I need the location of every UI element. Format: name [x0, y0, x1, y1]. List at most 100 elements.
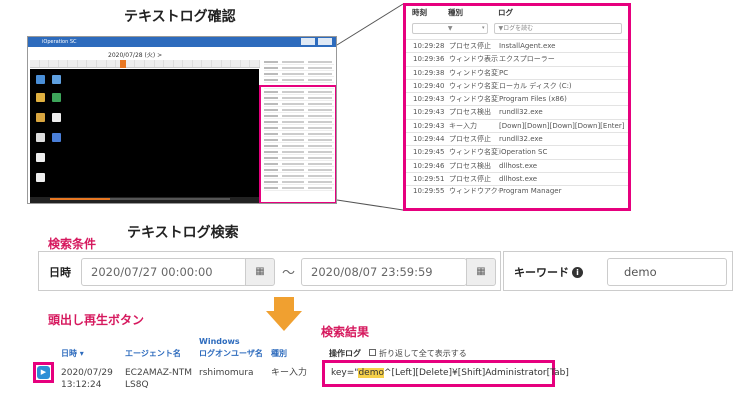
col-oplog-header: 操作ログ 折り返して全て表示する [329, 349, 467, 358]
row-time: 13:12:24 [61, 380, 102, 390]
col-time: 時刻 [412, 8, 427, 17]
app-screenshot: iOperation SC 2020/07/28 (火) > [27, 36, 337, 204]
log-row[interactable]: 10:29:43 ウィンドウ名変更Program Files (x86) [406, 92, 628, 105]
log-cell-log: PC [499, 68, 509, 77]
log-cell-log: rundll32.exe [499, 108, 543, 117]
log-row[interactable]: 10:29:43 キー入力 [Down][Down][Down][Down][Ent… [406, 118, 628, 132]
log-cell-log: [Down][Down][Down][Down][Enter] [499, 121, 625, 130]
log-row[interactable]: 10:29:46 プロセス検出 dllhost.exe [406, 158, 628, 172]
col-datetime-header[interactable]: 日時 ▾ [61, 348, 84, 359]
timeline-marker [120, 60, 126, 68]
kind-filter-value: ▼ [447, 24, 453, 32]
app-date[interactable]: 2020/07/28 (火) > [108, 50, 162, 59]
date-range-filter: 日時 2020/07/27 00:00:00 ▦ 〜 2020/08/07 23… [38, 251, 501, 291]
desktop-icon [36, 93, 45, 102]
log-cell-time: 10:29:44 [413, 135, 445, 144]
zoomed-log-panel: 時刻 種別 ログ ▼ ▾ ▼ログを読む 10:29:28 プロセス停止 Instal… [403, 3, 631, 211]
timeline-ruler[interactable] [30, 60, 260, 68]
col-kind-header[interactable]: 種別 [271, 348, 287, 359]
log-filter-input[interactable]: ▼ログを読む [494, 22, 622, 34]
row-oplog: key="demo^[Left][Delete]¥[Shift]Administ… [331, 368, 569, 378]
desktop-icon [36, 133, 45, 142]
date-to-input[interactable]: 2020/08/07 23:59:59 [301, 258, 467, 286]
arrow-down-icon [266, 297, 302, 331]
log-row[interactable]: 10:29:45 ウィンドウ名変更iOperation SC [406, 145, 628, 158]
kind-filter[interactable]: ▼ ▾ [412, 22, 489, 34]
log-cell-log: Program Manager [499, 187, 562, 196]
playback-progress[interactable] [50, 198, 230, 200]
row-date: 2020/07/29 [61, 368, 113, 378]
log-row[interactable]: 10:29:28 プロセス停止 InstallAgent.exe [406, 39, 628, 52]
log-cell-kind: ウィンドウ表示 [449, 55, 498, 64]
log-filter-placeholder: ▼ログを読む [498, 24, 534, 32]
log-cell-kind: プロセス検出 [449, 108, 491, 117]
cue-play-button[interactable]: ▶ [37, 366, 50, 379]
search-results-label: 検索結果 [321, 325, 370, 339]
player-controls[interactable] [30, 197, 259, 203]
log-cell-log: dllhost.exe [499, 174, 538, 183]
row-agent-line1: EC2AMAZ-NTM [125, 368, 193, 378]
log-cell-kind: ウィンドウ名変更 [449, 81, 499, 90]
page: テキストログ確認 テキストログ検索 iOperation SC 2020/07/… [0, 0, 750, 403]
date-from-input[interactable]: 2020/07/27 00:00:00 [81, 258, 247, 286]
log-cell-log: InstallAgent.exe [499, 42, 556, 50]
col-windows-user-header-line2[interactable]: ログオンユーザ名 [199, 348, 263, 359]
log-row[interactable]: 10:29:55 ウィンドウアクティブProgram Manager [406, 185, 628, 203]
log-cell-time: 10:29:43 [413, 95, 445, 104]
log-row[interactable]: 10:29:51 プロセス停止 dllhost.exe [406, 171, 628, 185]
log-cell-log: エクスプローラー [499, 55, 555, 64]
log-cell-kind: プロセス停止 [449, 174, 491, 183]
app-titlebar: iOperation SC [28, 37, 336, 47]
search-conditions-label: 検索条件 [48, 237, 97, 251]
date-label: 日時 [49, 266, 71, 279]
log-cell-log: Program Files (x86) [499, 95, 567, 104]
log-cell-time: 10:29:40 [413, 81, 445, 90]
log-cell-kind: キー入力 [449, 121, 477, 130]
log-cell-time: 10:29:45 [413, 148, 445, 157]
calendar-to-button[interactable]: ▦ [466, 258, 496, 286]
log-cell-kind: ウィンドウ名変更 [449, 68, 499, 77]
calendar-icon: ▦ [255, 266, 265, 277]
desktop-icon [36, 113, 45, 122]
col-agent-header[interactable]: エージェント名 [125, 348, 181, 359]
row-agent-line2: LS8Q [125, 380, 149, 390]
log-cell-time: 10:29:55 [413, 187, 445, 196]
log-cell-log: rundll32.exe [499, 135, 543, 144]
keyword-label: キーワード i [514, 264, 583, 280]
log-cell-time: 10:29:36 [413, 55, 445, 64]
keyword-highlight: demo [358, 368, 384, 378]
log-cell-kind: プロセス停止 [449, 135, 491, 144]
col-kind: 種別 [448, 8, 463, 17]
log-row[interactable]: 10:29:43 プロセス検出 rundll32.exe [406, 105, 628, 118]
desktop-icon [52, 133, 61, 142]
desktop-icon [52, 113, 61, 122]
desktop-icon [52, 75, 61, 84]
log-cell-log: ローカル ディスク (C:) [499, 81, 572, 90]
keyword-input[interactable]: demo [607, 258, 727, 286]
text-log-confirm-title: テキストログ確認 [124, 9, 236, 25]
desktop-icon [36, 153, 45, 162]
calendar-from-button[interactable]: ▦ [245, 258, 275, 286]
log-cell-kind: プロセス検出 [449, 161, 491, 170]
wrap-checkbox[interactable] [369, 349, 376, 356]
log-row[interactable]: 10:29:40 ウィンドウ名変更ローカル ディスク (C:) [406, 78, 628, 92]
log-cell-kind: ウィンドウ名変更 [449, 95, 499, 104]
col-windows-user-header-line1[interactable]: Windows [199, 337, 240, 346]
desktop-icon [36, 75, 45, 84]
log-cell-time: 10:29:43 [413, 121, 445, 130]
log-list: 10:29:28 プロセス停止 InstallAgent.exe 10:29:36 ウィ… [406, 39, 628, 203]
range-separator: 〜 [282, 266, 296, 281]
text-log-search-title: テキストログ検索 [127, 225, 239, 241]
log-cell-time: 10:29:51 [413, 174, 445, 183]
log-highlight-box [259, 85, 336, 203]
log-cell-kind: ウィンドウアクティブ [449, 187, 499, 196]
calendar-icon: ▦ [476, 266, 486, 277]
log-row[interactable]: 10:29:38 ウィンドウ名変更PC [406, 65, 628, 79]
desktop-icon [36, 173, 45, 182]
wrap-toggle-label: 折り返して全て表示する [379, 349, 467, 358]
log-row[interactable]: 10:29:44 プロセス停止 rundll32.exe [406, 132, 628, 145]
log-cell-time: 10:29:43 [413, 108, 445, 117]
log-row[interactable]: 10:29:36 ウィンドウ表示 エクスプローラー [406, 52, 628, 65]
info-icon[interactable]: i [572, 267, 583, 278]
log-cell-time: 10:29:28 [413, 42, 445, 50]
